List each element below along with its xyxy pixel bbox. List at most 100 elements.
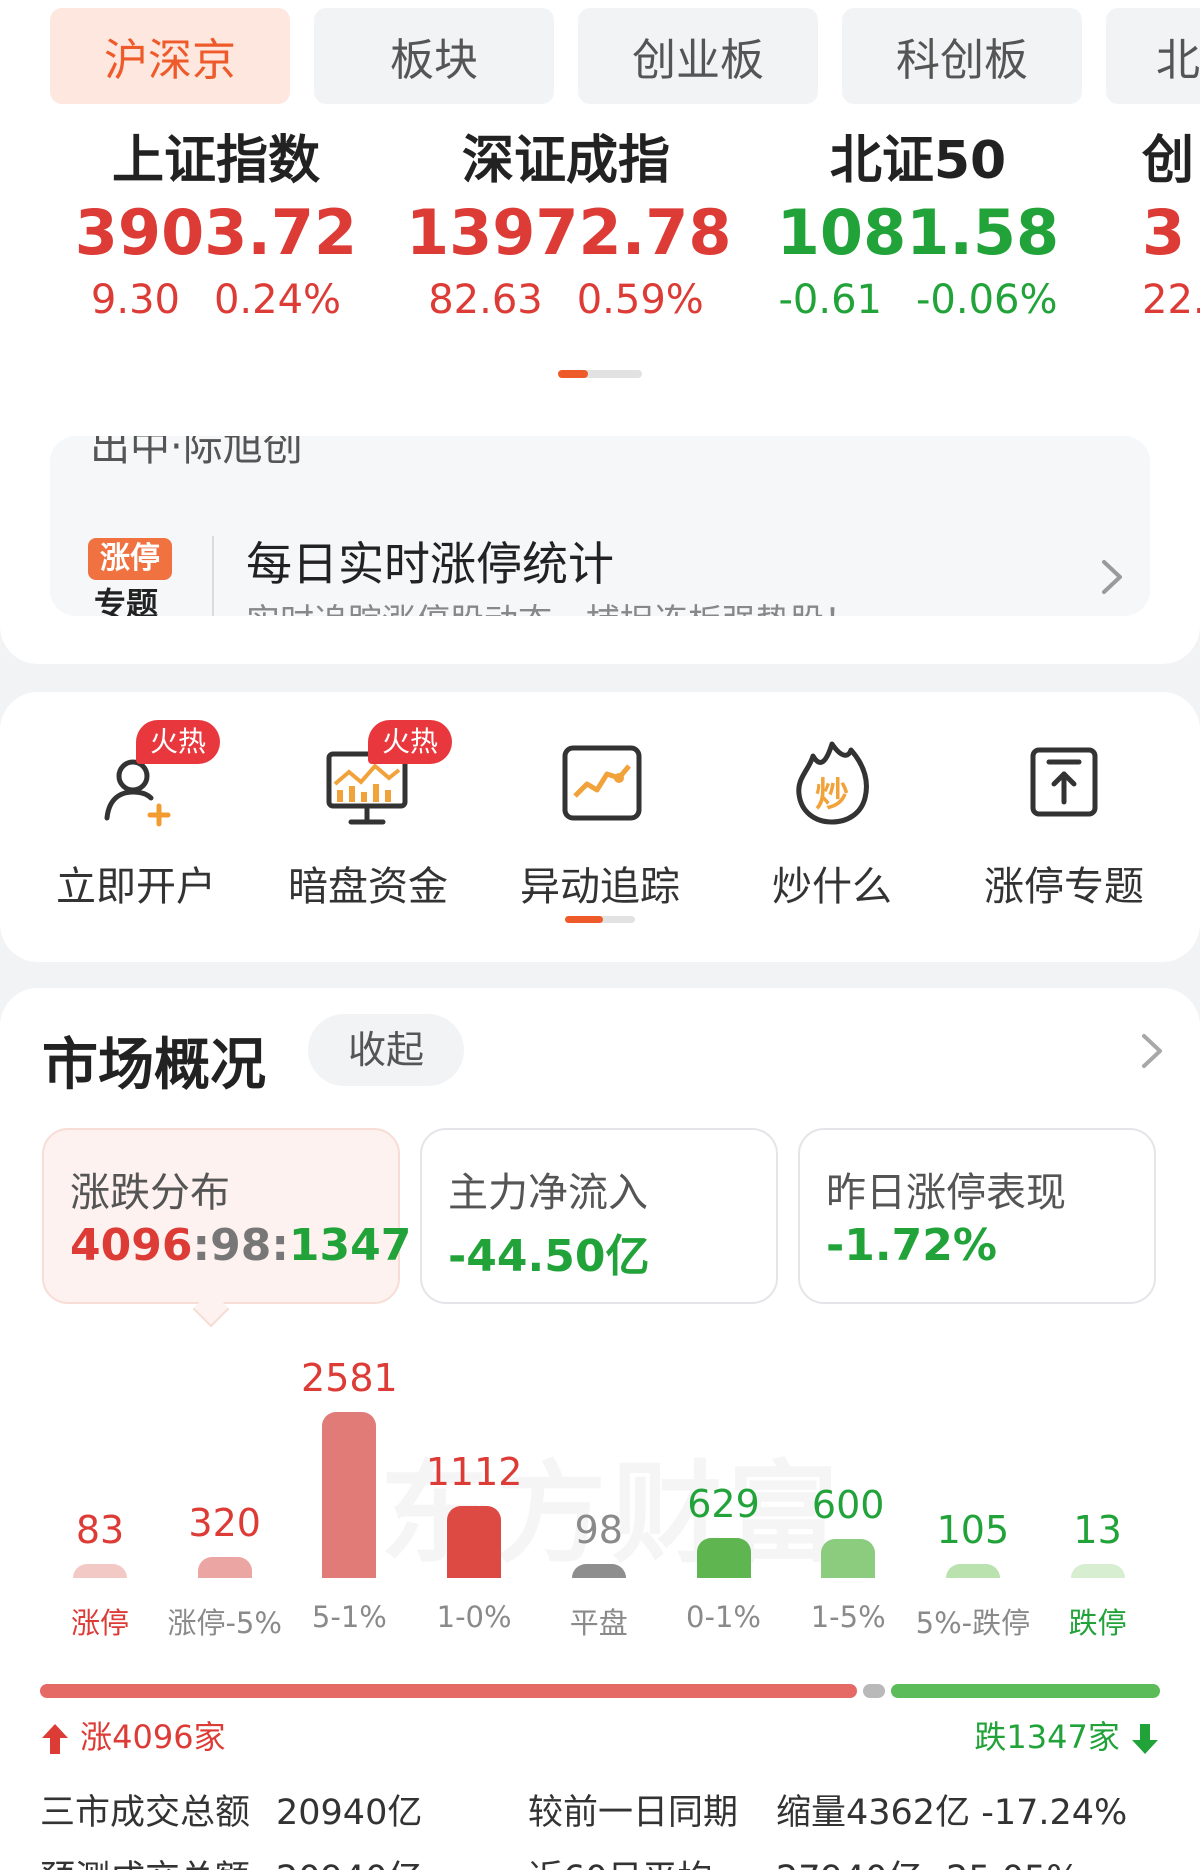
advance-count: 4096	[70, 1220, 193, 1271]
index-change-pct: -0.06%	[915, 277, 1058, 323]
index-name: 深证成指	[461, 131, 670, 191]
bar-category-label: 1-0%	[436, 1600, 512, 1634]
market-tabs: 沪深京 板块 创业板 科创板 北	[50, 8, 1200, 104]
tab-chinext[interactable]: 创业板	[578, 8, 818, 104]
decline-count: 1347	[288, 1220, 412, 1271]
bar-value-label: 600	[811, 1483, 885, 1528]
bar-4	[571, 1564, 626, 1578]
bar-category-label: 涨停	[70, 1606, 129, 1640]
collapse-button[interactable]: 收起	[308, 1014, 464, 1086]
turnover-compare-label: 较前一日同期	[528, 1793, 739, 1833]
bar-value-label: 320	[188, 1501, 261, 1546]
index-value: 1081.58	[776, 196, 1060, 269]
index-change-pct: 0.24%	[213, 277, 342, 323]
limit-up-logo: 涨停 专题	[88, 538, 176, 616]
bar-3	[447, 1506, 502, 1578]
decline-label: 跌1347家	[974, 1718, 1120, 1756]
shortcut-label: 暗盘资金	[288, 864, 448, 910]
arrow-down-icon	[1132, 1724, 1158, 1754]
tab-hushenjing[interactable]: 沪深京	[50, 8, 290, 104]
hot-badge: 火热	[368, 720, 453, 764]
turnover-total-value: 20940亿	[276, 1793, 423, 1833]
advance-summary: 涨4096家	[40, 1712, 226, 1758]
index-change-abs: 9.30	[90, 277, 180, 323]
shortcut-label: 异动追踪	[520, 864, 680, 910]
trend-line-icon	[562, 745, 642, 821]
svg-text:炒: 炒	[815, 775, 849, 815]
bar-value-label: 1112	[425, 1450, 523, 1495]
forecast-total-label: 预测成交总额	[40, 1850, 250, 1870]
bar-category-label: 5%-跌停	[915, 1606, 1031, 1640]
index-bse50[interactable]: 北证50 1081.58 -0.61 -0.06%	[758, 128, 1078, 328]
index-sse[interactable]: 上证指数 3903.72 9.30 0.24%	[56, 128, 376, 328]
turnover-total-label: 三市成交总额	[40, 1793, 251, 1833]
bar-category-label: 平盘	[569, 1606, 628, 1640]
bar-value-label: 83	[75, 1508, 125, 1552]
tab-beijing[interactable]: 北	[1106, 8, 1200, 104]
shortcut-page-indicator	[565, 916, 635, 923]
shortcut-open-account[interactable]: 火热 立即开户	[36, 720, 236, 912]
ratio-sep: :	[192, 1220, 211, 1271]
bar-6	[821, 1539, 876, 1578]
bar-value-label: 13	[1073, 1508, 1122, 1552]
index-card: 沪深京 板块 创业板 科创板 北 上证指数 3903.72 9.30 0.24% …	[0, 0, 1200, 664]
stat-value: 4096:98:1347	[70, 1220, 411, 1271]
stat-yesterday-limit-up[interactable]: 昨日涨停表现 -1.72%	[798, 1128, 1156, 1304]
arrow-up-icon	[42, 1724, 68, 1754]
bar-0	[73, 1564, 127, 1578]
stat-main-inflow[interactable]: 主力净流入 -44.50亿	[420, 1128, 778, 1304]
stat-label: 昨日涨停表现	[826, 1170, 1066, 1216]
shortcut-what-to-trade[interactable]: 炒 炒什么	[732, 726, 932, 912]
bar-category-label: 1-5%	[810, 1600, 886, 1634]
chevron-right-icon[interactable]	[1128, 1028, 1174, 1074]
chevron-right-icon	[1102, 560, 1122, 594]
index-change: 82.63 0.59%	[406, 272, 726, 328]
shortcut-card: 火热 立即开户 火热 暗盘资金 异动追踪 炒 炒什么 涨停专题	[0, 692, 1200, 962]
turnover-compare-value: 缩量4362亿 -17.24%	[776, 1793, 1128, 1833]
bar-category-label: 涨停-5%	[167, 1606, 282, 1640]
index-change: 22.	[1142, 272, 1200, 328]
index-change-abs: 22.	[1142, 277, 1200, 323]
bar-7	[945, 1564, 1000, 1578]
tab-sectors[interactable]: 板块	[314, 8, 554, 104]
shortcut-label: 炒什么	[772, 864, 892, 910]
avg60-label: 近60日平均	[528, 1850, 713, 1870]
bar-value-label: 2581	[301, 1356, 398, 1400]
banner-subtitle: 实时追踪涨停股动态，捕捉连板强势股！	[246, 594, 858, 616]
bar-category-label: 跌停	[1068, 1606, 1127, 1640]
stat-label: 主力净流入	[448, 1170, 648, 1216]
bar-category-label: 5-1%	[311, 1600, 387, 1634]
bar-1	[197, 1557, 252, 1578]
logo-line1: 涨停	[88, 538, 172, 580]
index-name: 创	[1142, 131, 1195, 191]
index-szse[interactable]: 深证成指 13972.78 82.63 0.59%	[406, 128, 732, 328]
bar-2	[322, 1412, 377, 1578]
tab-star-market[interactable]: 科创板	[842, 8, 1082, 104]
logo-line2: 专题	[94, 585, 159, 616]
banner-previous-item: 出中·际旭创	[90, 436, 303, 470]
shortcut-anomaly-tracking[interactable]: 异动追踪	[500, 726, 700, 912]
index-value: 3903.72	[74, 196, 358, 269]
stat-value: -44.50亿	[448, 1231, 650, 1282]
advance-label: 涨4096家	[80, 1718, 226, 1756]
bar-category-label: 0-1%	[686, 1600, 761, 1634]
avg60-value: 27940亿 -25.05%	[776, 1850, 1080, 1870]
hot-badge: 火热	[136, 720, 221, 764]
index-name: 上证指数	[111, 131, 320, 191]
index-chinext-partial[interactable]: 创 3 22.	[1142, 128, 1200, 328]
shortcut-dark-pool[interactable]: 火热 暗盘资金	[268, 720, 468, 912]
limit-up-banner[interactable]: 出中·际旭创 涨停 专题 每日实时涨停统计 实时追踪涨停股动态，捕捉连板强势股！	[50, 436, 1150, 616]
banner-title: 每日实时涨停统计	[246, 537, 614, 591]
index-change-pct: 0.59%	[576, 277, 704, 323]
flat-count: 98	[210, 1220, 272, 1271]
bar-value-label: 105	[936, 1508, 1010, 1552]
stat-label: 涨跌分布	[70, 1170, 230, 1216]
upload-box-icon	[1030, 747, 1098, 817]
stat-value: -1.72%	[826, 1220, 997, 1271]
forecast-total-value: 20940亿	[276, 1850, 422, 1870]
index-value: 3	[1142, 196, 1186, 269]
bar-8	[1070, 1564, 1125, 1578]
stat-advance-decline[interactable]: 涨跌分布 4096:98:1347	[42, 1128, 411, 1304]
shortcut-limit-up-topic[interactable]: 涨停专题	[964, 726, 1164, 912]
index-change: -0.61 -0.06%	[758, 272, 1078, 328]
